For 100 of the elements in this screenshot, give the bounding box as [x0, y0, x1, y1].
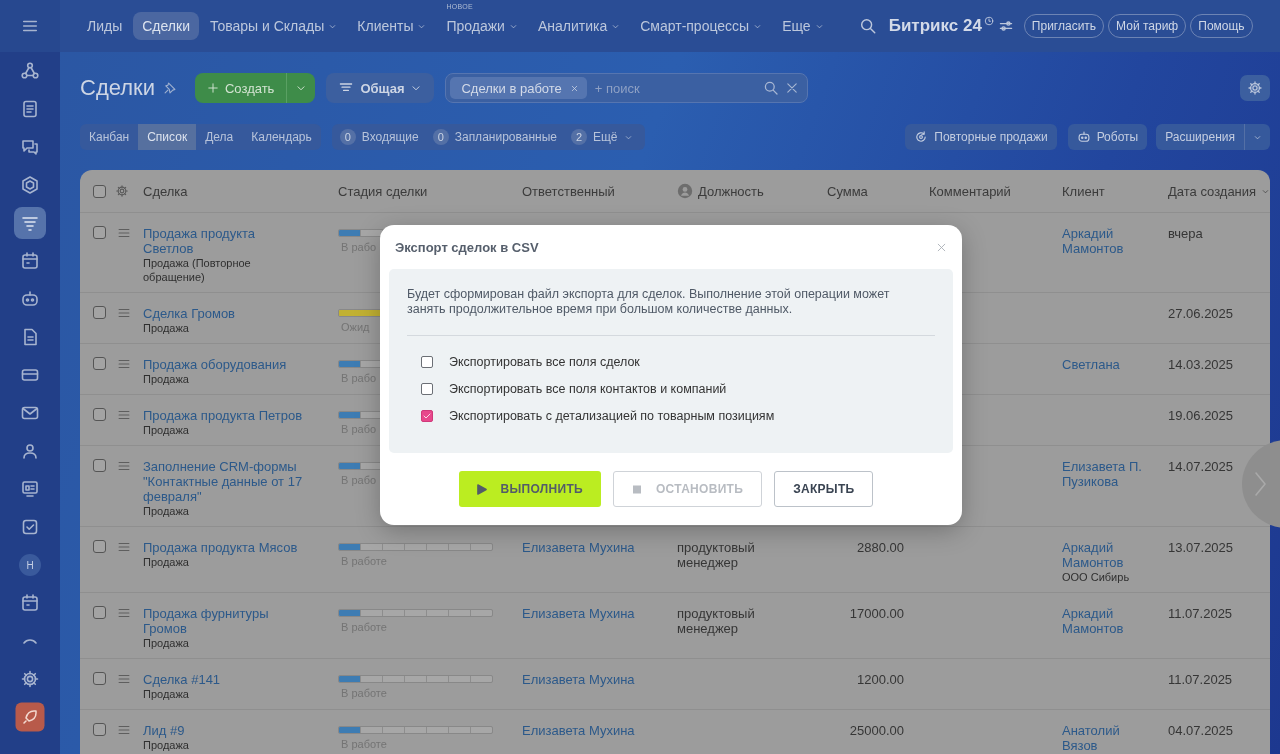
- deal-link[interactable]: Продажа фурнитуры Громов: [143, 606, 308, 636]
- sidebar-item[interactable]: [14, 207, 46, 239]
- option-label[interactable]: Экспортировать с детализацией по товарным позициям: [449, 408, 775, 423]
- filter-tag[interactable]: Сделки в работе: [450, 77, 587, 99]
- nav-tab[interactable]: Сделки: [133, 12, 199, 40]
- preset-button[interactable]: Общая: [326, 73, 435, 103]
- row-checkbox[interactable]: [93, 306, 106, 319]
- run-button[interactable]: ВЫПОЛНИТЬ: [458, 471, 601, 507]
- option-checkbox[interactable]: [421, 382, 433, 395]
- drag-handle-icon[interactable]: [117, 540, 131, 554]
- document-icon[interactable]: [20, 99, 40, 119]
- sliders-icon[interactable]: [997, 18, 1014, 34]
- settings-icon[interactable]: [115, 184, 129, 198]
- search-icon[interactable]: [763, 80, 780, 96]
- create-button[interactable]: Создать: [195, 73, 288, 103]
- column-header[interactable]: Сделка: [143, 183, 188, 199]
- column-header[interactable]: Сумма: [827, 183, 868, 199]
- column-header[interactable]: Должность: [698, 183, 764, 199]
- counter-filter[interactable]: 2 Ещё: [566, 129, 637, 145]
- row-checkbox[interactable]: [93, 723, 106, 736]
- close-icon[interactable]: [785, 81, 800, 95]
- robot-icon[interactable]: [20, 289, 40, 309]
- row-checkbox[interactable]: [93, 672, 106, 685]
- row-checkbox[interactable]: [93, 459, 106, 472]
- row-checkbox[interactable]: [93, 408, 106, 421]
- chat-icon[interactable]: [20, 137, 40, 157]
- hexagon-icon[interactable]: [20, 175, 40, 195]
- drag-handle-icon[interactable]: [117, 606, 131, 620]
- calendar-icon[interactable]: [20, 251, 40, 271]
- drag-handle-icon[interactable]: [117, 226, 131, 240]
- counter-filter[interactable]: 0 Входящие: [335, 129, 423, 145]
- create-menu-button[interactable]: [287, 73, 316, 103]
- nav-tab[interactable]: Еще: [773, 12, 833, 40]
- deal-link[interactable]: Сделка #141: [143, 672, 221, 687]
- drag-handle-icon[interactable]: [117, 306, 131, 320]
- robots-button[interactable]: Роботы: [1067, 124, 1148, 150]
- people-icon[interactable]: [20, 441, 40, 461]
- view-tab[interactable]: Канбан: [80, 124, 139, 150]
- counter-filter[interactable]: 0 Запланированные: [428, 129, 561, 145]
- calendar-icon[interactable]: [20, 593, 40, 613]
- column-header[interactable]: Комментарий: [929, 183, 1011, 199]
- view-tab[interactable]: Список: [138, 124, 197, 150]
- deal-link[interactable]: Лид #9: [143, 723, 185, 738]
- view-tab[interactable]: Дела: [196, 124, 243, 150]
- responsible-link[interactable]: Елизавета Мухина: [522, 606, 635, 621]
- search-icon[interactable]: [858, 17, 877, 35]
- drag-handle-icon[interactable]: [117, 459, 131, 473]
- drag-handle-icon[interactable]: [117, 357, 131, 371]
- nav-tab[interactable]: Аналитика: [528, 12, 630, 40]
- drag-handle-icon[interactable]: [117, 672, 131, 686]
- deal-link[interactable]: Продажа продукта Светлов: [143, 226, 308, 256]
- nodes-icon[interactable]: [20, 61, 40, 81]
- option-label[interactable]: Экспортировать все поля сделок: [449, 354, 640, 369]
- nav-tab[interactable]: Товары и Склады: [200, 12, 347, 40]
- deal-link[interactable]: Заполнение CRM-формы "Контактные данные от 17 февраля": [143, 459, 308, 504]
- responsible-link[interactable]: Елизавета Мухина: [522, 723, 635, 738]
- extensions-button[interactable]: Расширения: [1156, 124, 1245, 150]
- checklist-icon[interactable]: [20, 517, 40, 537]
- close-icon[interactable]: [569, 83, 579, 93]
- column-header[interactable]: Дата создания: [1168, 183, 1257, 199]
- nav-tab[interactable]: Продажи: [437, 12, 527, 40]
- user-avatar[interactable]: Н: [19, 554, 41, 576]
- view-tab[interactable]: Календарь: [242, 124, 321, 150]
- settings-icon[interactable]: [20, 669, 40, 689]
- column-header[interactable]: Клиент: [1062, 183, 1105, 199]
- search-field[interactable]: Сделки в работе + поиск: [445, 73, 809, 103]
- row-checkbox[interactable]: [93, 540, 106, 553]
- deal-link[interactable]: Продажа продукта Мясов: [143, 540, 298, 555]
- close-button[interactable]: ЗАКРЫТЬ: [774, 471, 874, 507]
- client-link[interactable]: Светлана: [1062, 357, 1120, 372]
- option-checkbox[interactable]: [421, 409, 433, 422]
- client-link[interactable]: Аркадий Мамонтов: [1062, 606, 1154, 636]
- presentation-icon[interactable]: [20, 479, 40, 499]
- row-checkbox[interactable]: [93, 357, 106, 370]
- select-all-checkbox[interactable]: [93, 184, 106, 198]
- pin-icon[interactable]: [163, 81, 177, 95]
- deal-link[interactable]: Продажа оборудования: [143, 357, 287, 372]
- nav-tab[interactable]: Лиды: [78, 12, 132, 40]
- deal-link[interactable]: Продажа продукта Петров: [143, 408, 303, 423]
- option-checkbox[interactable]: [421, 355, 433, 368]
- column-header[interactable]: Стадия сделки: [338, 183, 428, 199]
- option-label[interactable]: Экспортировать все поля контактов и компаний: [449, 381, 727, 396]
- nav-tab[interactable]: Клиенты: [348, 12, 436, 40]
- client-link[interactable]: Аркадий Мамонтов: [1062, 226, 1154, 256]
- nav-tab[interactable]: Смарт-процессы: [631, 12, 772, 40]
- row-checkbox[interactable]: [93, 226, 106, 239]
- drag-handle-icon[interactable]: [117, 723, 131, 737]
- responsible-link[interactable]: Елизавета Мухина: [522, 672, 635, 687]
- row-checkbox[interactable]: [93, 606, 106, 619]
- deal-link[interactable]: Сделка Громов: [143, 306, 235, 321]
- repeat-sales-button[interactable]: Повторные продажи: [905, 124, 1057, 150]
- drag-handle-icon[interactable]: [117, 408, 131, 422]
- column-header[interactable]: Ответственный: [522, 183, 615, 199]
- responsible-link[interactable]: Елизавета Мухина: [522, 540, 635, 555]
- client-link[interactable]: Аркадий Мамонтов: [1062, 540, 1154, 570]
- settings-button[interactable]: [1240, 75, 1270, 101]
- close-icon[interactable]: [936, 241, 947, 253]
- company-name: ООО Сибирь: [1062, 570, 1130, 584]
- client-link[interactable]: Елизавета П. Пузикова: [1062, 459, 1154, 489]
- client-link[interactable]: Анатолий Вязов: [1062, 723, 1154, 753]
